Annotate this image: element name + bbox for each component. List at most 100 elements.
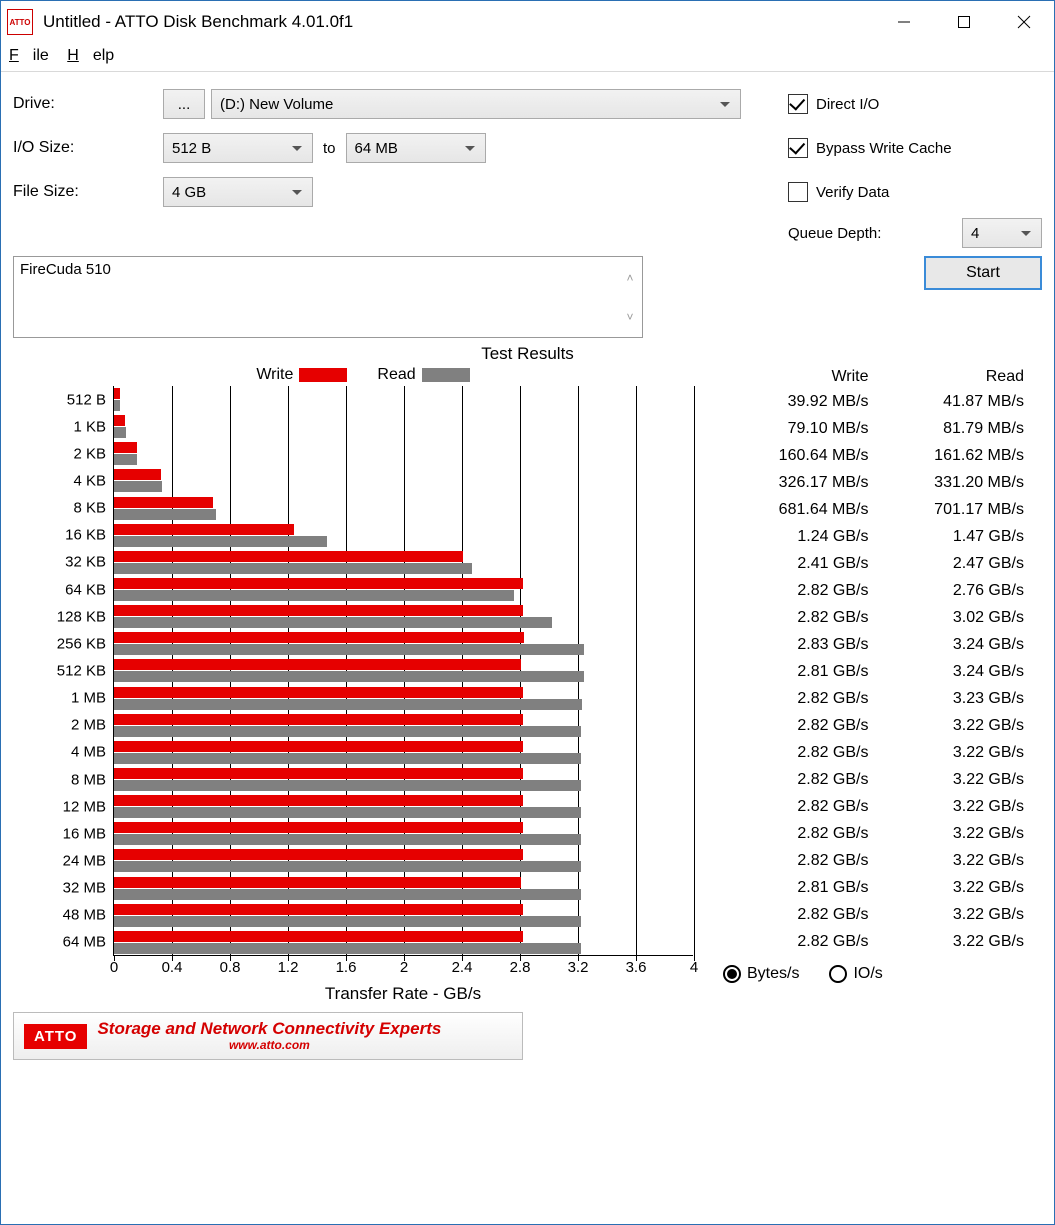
chart-y-label: 4 MB: [71, 744, 114, 761]
bar-read: [114, 753, 581, 764]
direct-io-label: Direct I/O: [816, 96, 879, 113]
chart-y-label: 24 MB: [63, 852, 114, 869]
table-row: 326.17 MB/s331.20 MB/s: [713, 469, 1024, 496]
queue-depth-select[interactable]: 4: [962, 218, 1042, 248]
table-row: 79.10 MB/s81.79 MB/s: [713, 415, 1024, 442]
chart-y-label: 4 KB: [73, 472, 114, 489]
minimize-button[interactable]: [874, 1, 934, 43]
menu-bar: File Help: [1, 43, 1054, 71]
bar-read: [114, 454, 137, 465]
bar-read: [114, 861, 581, 872]
bypass-cache-checkbox[interactable]: [788, 138, 808, 158]
bar-read: [114, 726, 581, 737]
description-input[interactable]: FireCuda 510 ˄ ˅: [13, 256, 643, 338]
bar-group: 512 KB: [114, 657, 693, 684]
bar-read: [114, 644, 584, 655]
chart-y-label: 16 MB: [63, 825, 114, 842]
bar-group: 8 MB: [114, 766, 693, 793]
chart-x-label: Transfer Rate - GB/s: [113, 984, 693, 1004]
bar-group: 2 KB: [114, 440, 693, 467]
bar-read: [114, 916, 581, 927]
io-size-to-text: to: [323, 140, 336, 157]
close-button[interactable]: [994, 1, 1054, 43]
chart-y-label: 512 KB: [57, 662, 114, 679]
drive-select[interactable]: (D:) New Volume: [211, 89, 741, 119]
bar-group: 64 KB: [114, 576, 693, 603]
bar-read: [114, 563, 472, 574]
table-row: 681.64 MB/s701.17 MB/s: [713, 496, 1024, 523]
bar-write: [114, 714, 523, 725]
bar-group: 128 KB: [114, 603, 693, 630]
chart-y-label: 12 MB: [63, 798, 114, 815]
bar-group: 2 MB: [114, 712, 693, 739]
queue-depth-label: Queue Depth:: [788, 225, 881, 242]
chart-y-label: 64 MB: [63, 934, 114, 951]
table-row: 2.82 GB/s3.02 GB/s: [713, 604, 1024, 631]
bar-group: 512 B: [114, 386, 693, 413]
bar-write: [114, 741, 523, 752]
bypass-cache-label: Bypass Write Cache: [816, 140, 952, 157]
menu-help[interactable]: Help: [67, 47, 114, 64]
bar-group: 64 MB: [114, 929, 693, 956]
drive-browse-button[interactable]: ...: [163, 89, 205, 119]
window-title: Untitled - ATTO Disk Benchmark 4.01.0f1: [43, 12, 874, 32]
units-ios-radio[interactable]: IO/s: [829, 965, 882, 983]
verify-data-label: Verify Data: [816, 184, 889, 201]
bar-write: [114, 931, 523, 942]
desc-spin-up[interactable]: ˄: [619, 258, 641, 297]
results-table-header: Write Read: [713, 368, 1024, 386]
app-icon: ATTO: [7, 9, 33, 35]
bar-group: 4 KB: [114, 467, 693, 494]
bar-write: [114, 632, 524, 643]
chart-y-label: 1 MB: [71, 690, 114, 707]
bar-group: 32 MB: [114, 875, 693, 902]
table-row: 2.82 GB/s3.22 GB/s: [713, 712, 1024, 739]
direct-io-checkbox[interactable]: [788, 94, 808, 114]
bar-write: [114, 605, 523, 616]
bar-read: [114, 481, 162, 492]
results-table: 39.92 MB/s41.87 MB/s79.10 MB/s81.79 MB/s…: [713, 388, 1024, 955]
table-row: 1.24 GB/s1.47 GB/s: [713, 523, 1024, 550]
chart-y-label: 2 MB: [71, 717, 114, 734]
bar-group: 8 KB: [114, 495, 693, 522]
bar-write: [114, 904, 523, 915]
bar-read: [114, 699, 582, 710]
verify-data-checkbox[interactable]: [788, 182, 808, 202]
bar-read: [114, 834, 581, 845]
bar-write: [114, 442, 137, 453]
bar-read: [114, 590, 514, 601]
bar-read: [114, 536, 327, 547]
bar-write: [114, 687, 523, 698]
chart-y-label: 256 KB: [57, 635, 114, 652]
bar-read: [114, 617, 552, 628]
bar-group: 32 KB: [114, 549, 693, 576]
start-button[interactable]: Start: [924, 256, 1042, 290]
chart-y-label: 32 MB: [63, 880, 114, 897]
results-chart: 00.40.81.21.622.42.83.23.64512 B1 KB2 KB…: [113, 386, 693, 956]
chart-legend: Write Read: [13, 366, 713, 384]
table-row: 2.82 GB/s3.23 GB/s: [713, 685, 1024, 712]
bar-write: [114, 551, 463, 562]
atto-banner[interactable]: ATTO Storage and Network Connectivity Ex…: [13, 1012, 523, 1060]
bar-read: [114, 943, 581, 954]
table-row: 39.92 MB/s41.87 MB/s: [713, 388, 1024, 415]
chart-y-label: 512 B: [67, 391, 114, 408]
bar-write: [114, 388, 120, 399]
io-size-from-select[interactable]: 512 B: [163, 133, 313, 163]
desc-spin-down[interactable]: ˅: [619, 297, 641, 336]
file-size-select[interactable]: 4 GB: [163, 177, 313, 207]
bar-write: [114, 877, 521, 888]
bar-write: [114, 795, 523, 806]
io-size-label: I/O Size:: [13, 139, 163, 157]
maximize-button[interactable]: [934, 1, 994, 43]
file-size-label: File Size:: [13, 183, 163, 201]
chart-y-label: 16 KB: [65, 527, 114, 544]
bar-group: 1 KB: [114, 413, 693, 440]
io-size-to-select[interactable]: 64 MB: [346, 133, 486, 163]
bar-group: 16 KB: [114, 522, 693, 549]
menu-file[interactable]: File: [9, 47, 49, 64]
table-row: 2.81 GB/s3.22 GB/s: [713, 874, 1024, 901]
table-row: 2.82 GB/s3.22 GB/s: [713, 766, 1024, 793]
bar-write: [114, 659, 521, 670]
units-bytes-radio[interactable]: Bytes/s: [723, 965, 799, 983]
